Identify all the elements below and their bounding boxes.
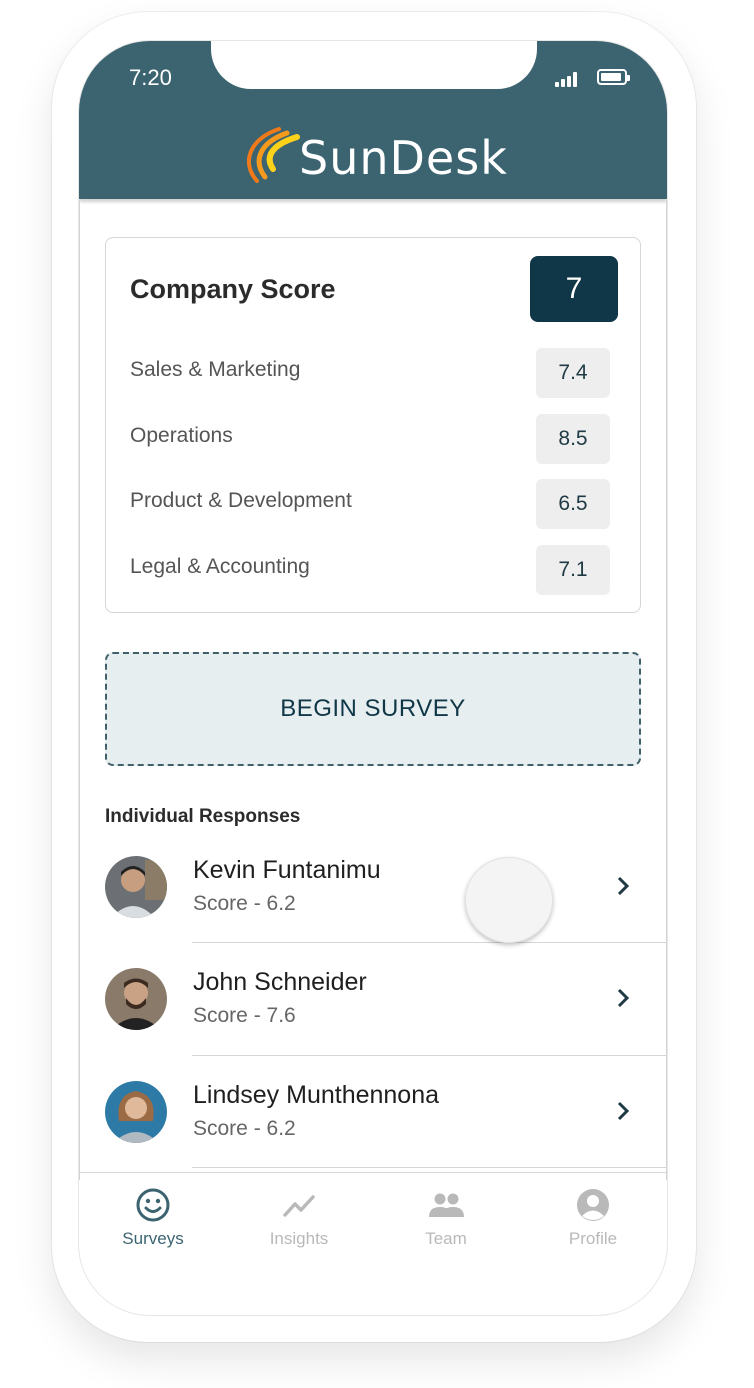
sun-logo-icon	[247, 127, 300, 183]
tab-profile[interactable]: Profile	[520, 1173, 666, 1273]
response-score: Score - 7.6	[193, 1004, 296, 1027]
department-score: 7.1	[536, 545, 610, 595]
chevron-right-icon	[617, 876, 630, 896]
chevron-right-icon	[617, 1101, 630, 1121]
chevron-right-icon	[617, 988, 630, 1008]
department-score: 6.5	[536, 479, 610, 529]
begin-survey-button[interactable]: BEGIN SURVEY	[105, 652, 641, 766]
people-icon	[429, 1193, 464, 1217]
department-score: 7.4	[536, 348, 610, 398]
response-row[interactable]: John Schneider Score - 7.6	[105, 968, 665, 1080]
app-header: 7:20 SunDesk	[79, 41, 667, 199]
tab-insights[interactable]: Insights	[226, 1173, 372, 1273]
avatar	[105, 968, 167, 1030]
response-row[interactable]: Kevin Funtanimu Score - 6.2	[105, 856, 665, 968]
status-time: 7:20	[129, 65, 172, 90]
avatar	[105, 856, 167, 918]
response-score: Score - 6.2	[193, 1117, 296, 1140]
smiley-icon	[136, 1188, 170, 1222]
avatar	[105, 1081, 167, 1143]
battery-icon	[597, 69, 630, 85]
tab-team[interactable]: Team	[373, 1173, 519, 1273]
response-name: Lindsey Munthennona	[193, 1081, 440, 1109]
screen-edge-left	[79, 200, 80, 1180]
department-label: Product & Development	[130, 489, 352, 512]
list-divider	[192, 942, 666, 943]
list-divider	[192, 1167, 666, 1168]
department-label: Sales & Marketing	[130, 358, 301, 381]
company-score-badge: 7	[530, 256, 618, 322]
response-name: Kevin Funtanimu	[193, 856, 381, 884]
company-score-card: Company Score 7 Sales & Marketing 7.4 Op…	[105, 237, 641, 613]
tab-label: Surveys	[122, 1229, 184, 1248]
list-divider	[192, 1055, 666, 1056]
trend-icon	[283, 1195, 315, 1217]
tab-label: Insights	[269, 1229, 329, 1248]
bottom-tab-bar: Surveys Insights Team Profile	[80, 1172, 666, 1283]
signal-icon	[555, 71, 583, 87]
department-label: Legal & Accounting	[130, 555, 310, 578]
department-score: 8.5	[536, 414, 610, 464]
brand-logo: SunDesk	[235, 123, 525, 187]
tab-label: Team	[425, 1229, 467, 1248]
screen-edge-right	[666, 200, 667, 1180]
individual-responses-heading: Individual Responses	[105, 806, 301, 827]
tab-label: Profile	[568, 1229, 618, 1248]
account-icon	[577, 1189, 609, 1221]
response-score: Score - 6.2	[193, 892, 296, 915]
touch-indicator	[465, 857, 553, 943]
department-label: Operations	[130, 424, 233, 447]
phone-notch	[211, 41, 537, 89]
tab-surveys[interactable]: Surveys	[80, 1173, 226, 1273]
company-score-title: Company Score	[130, 274, 336, 304]
brand-name: SunDesk	[299, 131, 508, 185]
response-name: John Schneider	[193, 968, 367, 996]
